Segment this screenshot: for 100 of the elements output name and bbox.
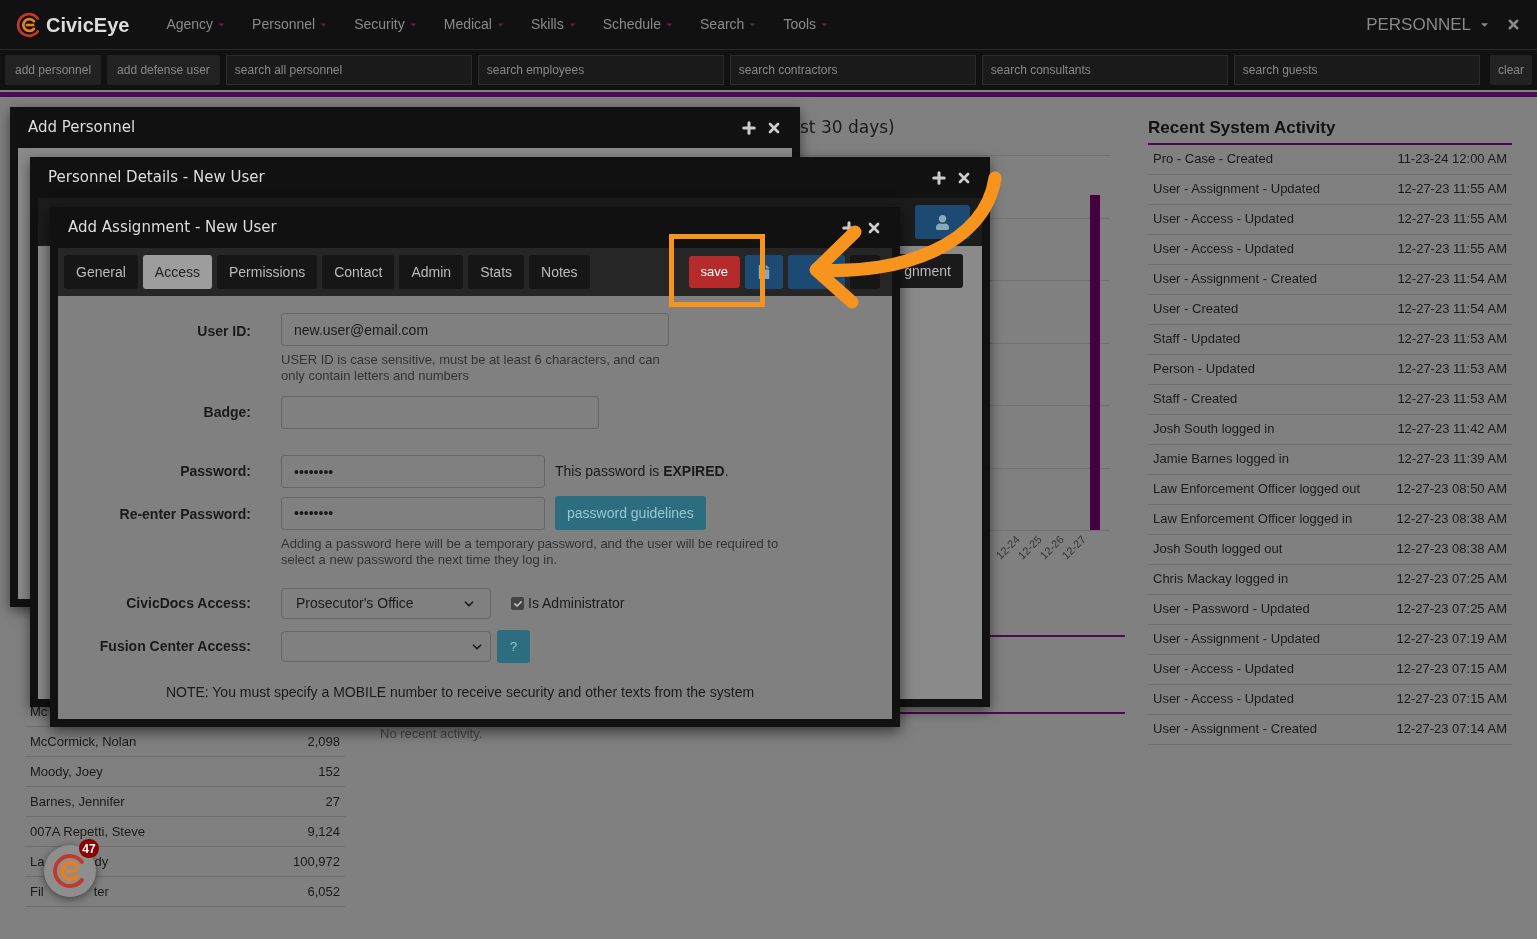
table-cell-text: 007A Repetti, Steve [30,822,145,841]
activity-time: 12-27-23 08:38 AM [1396,540,1507,559]
checkbox-label: Is Administrator [528,594,625,613]
toolbar-button[interactable]: add personnel [5,55,102,85]
password-field[interactable]: •••••••• [281,455,545,488]
activity-event: User - Password - Updated [1153,600,1310,619]
activity-time: 12-27-23 11:55 AM [1397,210,1507,229]
table-cell-text: McCormick, Nolan [30,732,137,751]
nav-menu-item[interactable]: Skills [517,14,590,35]
nav-menu-item[interactable]: Schedule [589,14,688,35]
caret-icon [748,20,758,29]
field-label: CivicDocs Access: [125,594,251,613]
field-label: Password: [179,462,251,481]
nav-menu-item[interactable]: Search [687,14,771,35]
search-field[interactable]: search contractors [729,55,976,85]
logo-icon [16,11,42,38]
activity-event: User - Access - Updated [1153,240,1294,259]
nav-menu-item[interactable]: Tools [770,14,843,35]
badge-field[interactable] [281,396,599,429]
activity-event: User - Created [1153,300,1239,319]
caret-icon [408,20,418,29]
activity-time: 12-27-23 07:25 AM [1396,570,1507,589]
section-title: Recent System Activity [1148,115,1512,145]
activity-event: User - Assignment - Created [1153,270,1317,289]
activity-event: User - Assignment - Created [1153,720,1317,739]
field-label: Fusion Center Access: [98,637,251,656]
activity-time: 12-27-23 11:53 AM [1397,390,1507,409]
activity-time: 12-27-23 08:38 AM [1396,510,1507,529]
floating-app-button[interactable] [44,845,96,897]
table-cell-text: Barnes, Jennifer [30,792,125,811]
nav-menu-item[interactable]: Personnel [239,14,342,35]
activity-time: 12-27-23 07:14 AM [1396,720,1507,739]
activity-event: User - Access - Updated [1153,210,1294,229]
field-label: User ID: [196,322,251,341]
activity-event: Law Enforcement Officer logged in [1153,510,1353,529]
activity-time: 12-27-23 11:54 AM [1397,270,1507,289]
search-field[interactable]: search all personnel [225,55,472,85]
help-text: USER ID is case sensitive, must be at least 6 characters, and can only contain letters and numbers [281,352,661,384]
save-button[interactable]: save [688,256,740,288]
select-field[interactable]: Prosecutor's Office [281,588,491,619]
help-text: Adding a password here will be a temporary password, and the user will be required to select a new password the next time they log in. [281,536,780,568]
activity-event: Staff - Updated [1153,330,1241,349]
user-id-field[interactable]: new.user@email.com [281,313,669,346]
help-button[interactable]: ? [497,630,530,663]
tab[interactable]: General [64,255,138,289]
select-field[interactable] [281,631,491,662]
field-label: Re-enter Password: [118,505,251,524]
table-cell-text: La [30,852,45,871]
clear-button[interactable]: clear [1490,55,1532,85]
toolbar-button[interactable]: add defense user [107,55,220,85]
maximize-icon[interactable] [930,168,948,187]
table-cell-text: Moody, Joey [30,762,103,781]
activity-time: 12-27-23 11:39 AM [1397,450,1507,469]
activity-time: 12-27-23 07:25 AM [1396,600,1507,619]
caret-icon [217,20,227,29]
password-status: This password is EXPIRED. [555,462,729,481]
table-cell-text: 9,124 [307,822,340,841]
note-text: NOTE: You must specify a MOBILE number to receive security and other texts from the system [164,683,756,702]
maximize-icon[interactable] [740,118,758,137]
activity-time: 12-27-23 11:55 AM [1397,240,1507,259]
password-field[interactable]: •••••••• [281,496,545,530]
nav-menu-item[interactable]: Security [341,14,431,35]
activity-event: Chris Mackay logged in [1153,570,1289,589]
tab[interactable]: Admin [399,255,464,289]
activity-event: Person - Updated [1153,360,1255,379]
chart-title: st 30 days) [800,116,896,139]
activity-event: Staff - Created [1153,390,1238,409]
search-field[interactable]: search consultants [981,55,1228,85]
administrator-checkbox[interactable] [511,597,524,610]
activity-event: User - Assignment - Updated [1153,630,1320,649]
tab[interactable]: Permissions [216,255,318,289]
activity-event: Pro - Case - Created [1153,150,1273,169]
module-menu[interactable]: PERSONNEL [1366,11,1490,38]
nav-menu-item[interactable]: Medical [430,14,518,35]
document-icon [757,265,771,279]
activity-time: 12-27-23 08:50 AM [1396,480,1507,499]
table-cell-text: 152 [318,762,340,781]
person-icon [935,214,950,230]
checkmark-icon [513,599,522,608]
tab[interactable]: Contact [322,255,395,289]
tab[interactable]: Stats [468,255,525,289]
nav-menu-item[interactable]: Agency [153,14,240,35]
search-field[interactable]: search guests [1233,55,1480,85]
password-guidelines-button[interactable]: password guidelines [555,496,706,530]
activity-time: 12-27-23 11:42 AM [1397,420,1507,439]
window-title: Add Personnel [28,117,136,139]
notification-badge: 47 [79,839,99,858]
app-logo-text: CivicEye [46,12,130,38]
activity-time: 12-27-23 11:55 AM [1397,180,1507,199]
tab[interactable]: Access [142,255,212,289]
close-icon[interactable] [1506,17,1521,32]
table-cell-text: 27 [325,792,340,811]
window-title: Add Assignment - New User [68,217,277,239]
caret-icon [319,20,329,29]
activity-event: Josh South logged in [1153,420,1275,439]
tab[interactable]: Notes [529,255,590,289]
table-cell-text: 100,972 [293,852,340,871]
activity-time: 12-27-23 11:53 AM [1397,360,1507,379]
search-field[interactable]: search employees [477,55,724,85]
activity-event: User - Assignment - Updated [1153,180,1320,199]
